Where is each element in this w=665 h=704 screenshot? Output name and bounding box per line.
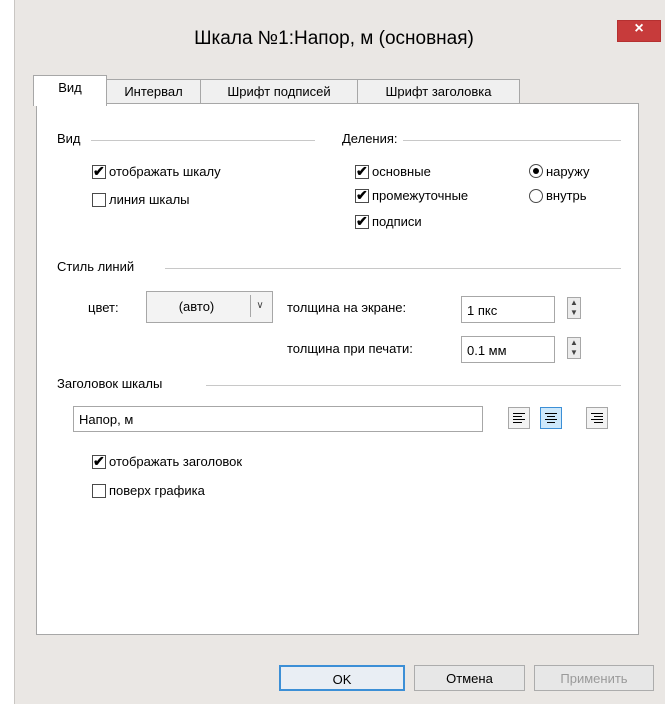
color-label: цвет: [88,300,119,315]
radio-dot-icon [533,168,539,174]
divider [165,268,621,269]
tab-title-font[interactable]: Шрифт заголовка [357,79,520,104]
divider [206,385,621,386]
tab-interval[interactable]: Интервал [106,79,201,104]
tab-vid[interactable]: Вид [33,75,107,106]
inward-label: внутрь [546,188,587,203]
check-icon: ✔ [93,453,105,469]
print-thickness-input[interactable]: 0.1 мм [461,336,555,363]
vid-heading: Вид [57,131,81,146]
check-icon: ✔ [356,163,368,179]
outward-label: наружу [546,164,590,179]
screen-thickness-spinner-icon[interactable]: ▲ ▼ [567,297,581,319]
division-labels-label: подписи [372,214,422,229]
main-divisions-checkbox[interactable]: ✔ [355,163,369,179]
inward-radio[interactable] [529,189,543,203]
show-title-checkbox[interactable]: ✔ [92,453,106,469]
line-style-heading: Стиль линий [57,259,135,274]
over-chart-label: поверх графика [109,483,205,498]
align-right-button[interactable] [586,407,608,429]
apply-button[interactable]: Применить [534,665,654,691]
intermediate-divisions-label: промежуточные [372,188,469,203]
color-select[interactable]: (авто) ∨ [146,291,273,323]
scale-title-heading: Заголовок шкалы [57,376,163,391]
scale-line-label: линия шкалы [109,192,190,207]
chevron-down-icon: ∨ [250,295,269,317]
dialog-title: Шкала №1:Напор, м (основная) [194,28,474,49]
screen-thickness-label: толщина на экране: [287,300,407,315]
close-button[interactable]: × [617,20,661,42]
tab-panel [36,103,639,635]
tab-label-font[interactable]: Шрифт подписей [200,79,358,104]
show-scale-label: отображать шкалу [109,164,221,179]
screen-thickness-input[interactable]: 1 пкс [461,296,555,323]
divider [403,140,621,141]
scale-line-checkbox[interactable] [92,193,106,207]
divider [91,140,315,141]
align-center-button[interactable] [540,407,562,429]
outward-radio[interactable] [529,164,543,178]
check-icon: ✔ [93,163,105,179]
show-title-label: отображать заголовок [109,454,243,469]
divisions-heading: Деления: [342,131,398,146]
intermediate-divisions-checkbox[interactable]: ✔ [355,187,369,203]
align-left-button[interactable] [508,407,530,429]
main-divisions-label: основные [372,164,431,179]
print-thickness-label: толщина при печати: [287,341,413,356]
ok-button[interactable]: OK [279,665,405,691]
close-icon: × [634,20,644,37]
check-icon: ✔ [356,213,368,229]
cancel-button[interactable]: Отмена [414,665,525,691]
print-thickness-spinner-icon[interactable]: ▲ ▼ [567,337,581,359]
show-scale-checkbox[interactable]: ✔ [92,163,106,179]
scale-title-input[interactable]: Напор, м [73,406,483,432]
over-chart-checkbox[interactable] [92,484,106,498]
division-labels-checkbox[interactable]: ✔ [355,213,369,229]
title-bar[interactable]: Шкала №1:Напор, м (основная) × [14,0,665,56]
check-icon: ✔ [356,187,368,203]
